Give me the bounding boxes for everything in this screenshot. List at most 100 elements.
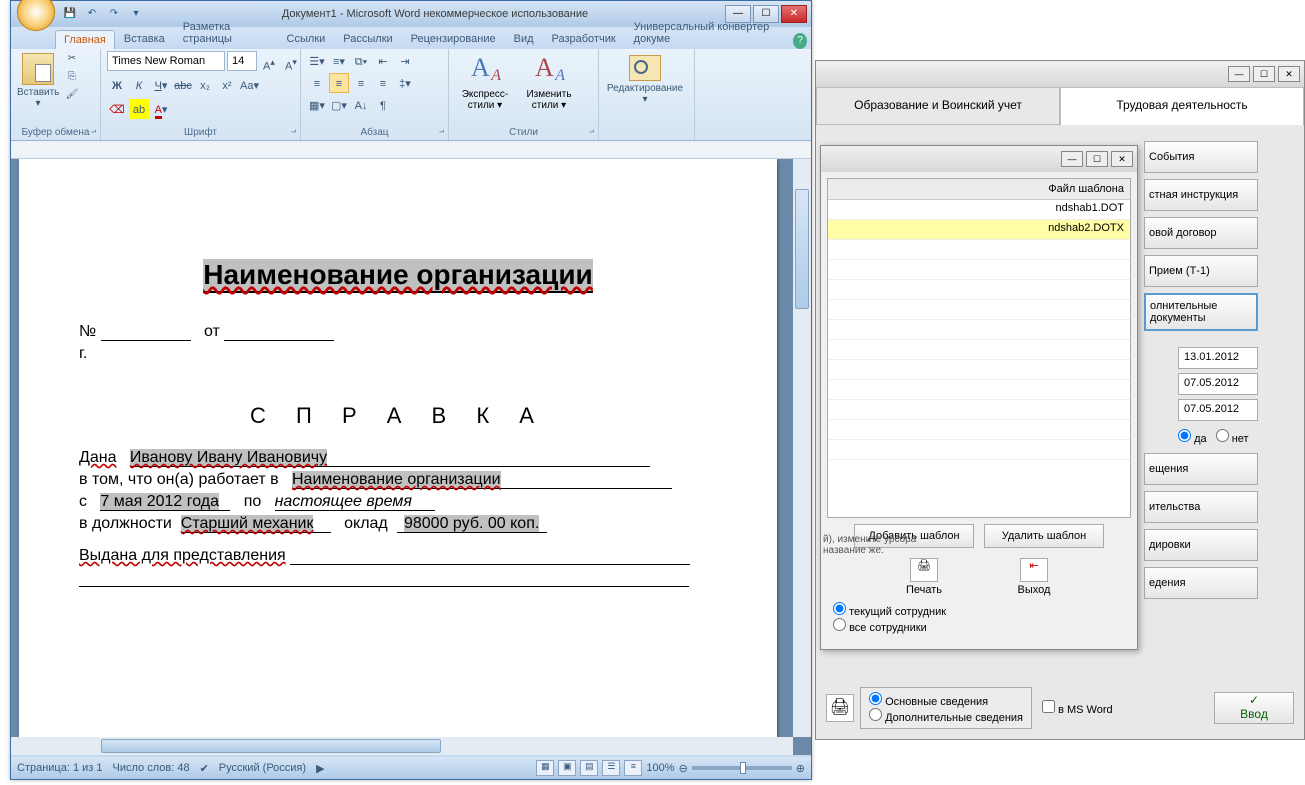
btn-contract[interactable]: овой договор [1144,217,1258,249]
qat-dropdown[interactable]: ▾ [127,5,145,23]
italic-icon[interactable]: К [129,75,149,95]
tab-layout[interactable]: Разметка страницы [174,17,278,49]
btn-instruction[interactable]: стная инструкция [1144,179,1258,211]
undo-icon[interactable]: ↶ [83,5,101,23]
justify-icon[interactable]: ≡ [373,73,393,93]
bold-icon[interactable]: Ж [107,75,127,95]
zoom-slider[interactable] [692,766,792,770]
document-viewport[interactable]: Наименование организации № от г. С П Р А… [11,159,793,737]
subscript-icon[interactable]: x₂ [195,75,215,95]
tab-work-activity[interactable]: Трудовая деятельность [1060,87,1304,125]
align-center-icon[interactable]: ≡ [329,73,349,93]
grid-row[interactable]: ndshab1.DOT [828,200,1130,220]
grid-row[interactable] [828,280,1130,300]
change-styles-button[interactable]: AA Изменить стили ▾ [519,51,579,111]
font-color-icon[interactable]: A▾ [151,99,171,119]
paste-button[interactable]: Вставить ▾ [17,51,59,109]
underline-icon[interactable]: Ч▾ [151,75,171,95]
radio-all-employees[interactable]: все сотрудники [833,622,927,634]
dialog-minimize[interactable]: — [1061,151,1083,167]
status-words[interactable]: Число слов: 48 [113,762,190,774]
dialog-maximize[interactable]: ☐ [1086,151,1108,167]
grid-row[interactable] [828,320,1130,340]
zoom-in-button[interactable]: ⊕ [796,762,805,775]
tab-references[interactable]: Ссылки [278,29,335,49]
multilevel-icon[interactable]: ⧉▾ [351,51,371,71]
printer-icon[interactable]: 🖨 [826,694,854,722]
maximize-button[interactable]: ☐ [1253,66,1275,82]
horizontal-scrollbar[interactable] [11,737,793,755]
btn-hire[interactable]: Прием (Т-1) [1144,255,1258,287]
borders-icon[interactable]: ▢▾ [329,95,349,115]
express-styles-button[interactable]: AA Экспресс-стили ▾ [455,51,515,111]
tab-developer[interactable]: Разработчик [543,29,625,49]
align-right-icon[interactable]: ≡ [351,73,371,93]
zoom-out-button[interactable]: ⊖ [679,762,688,775]
view-outline[interactable]: ☰ [602,760,620,776]
help-icon[interactable]: ? [793,33,807,49]
grid-row[interactable] [828,440,1130,460]
cut-icon[interactable]: ✂ [63,51,81,67]
document-page[interactable]: Наименование организации № от г. С П Р А… [19,159,777,737]
grid-row[interactable] [828,240,1130,260]
tab-mailings[interactable]: Рассылки [334,29,401,49]
tab-insert[interactable]: Вставка [115,29,174,49]
line-spacing-icon[interactable]: ‡▾ [395,73,415,93]
submit-button[interactable]: ✓Ввод [1214,692,1294,724]
grid-row[interactable] [828,420,1130,440]
exit-button[interactable]: ⇤ Выход [999,558,1069,596]
highlight-icon[interactable]: ab [129,99,149,119]
status-page[interactable]: Страница: 1 из 1 [17,762,103,774]
view-draft[interactable]: ≡ [624,760,642,776]
tab-education[interactable]: Образование и Воинский учет [816,87,1060,125]
strike-icon[interactable]: abc [173,75,193,95]
tab-converter[interactable]: Универсальный конвертер докуме [625,17,794,49]
tab-view[interactable]: Вид [505,29,543,49]
tab-review[interactable]: Рецензирование [402,29,505,49]
grid-row[interactable] [828,360,1130,380]
btn-events[interactable]: События [1144,141,1258,173]
vertical-scrollbar[interactable] [793,159,811,737]
print-button[interactable]: 🖨 Печать [889,558,959,596]
numbering-icon[interactable]: ≡▾ [329,51,349,71]
delete-template-button[interactable]: Удалить шаблон [984,524,1104,548]
checkbox-msword[interactable]: в MS Word [1042,700,1113,716]
radio-current-employee[interactable]: текущий сотрудник [833,606,946,618]
font-name-combo[interactable] [107,51,225,71]
indent-icon[interactable]: ⇥ [395,51,415,71]
date-field-1[interactable]: 13.01.2012 [1178,347,1258,369]
view-print-layout[interactable]: ▦ [536,760,554,776]
view-fullscreen[interactable]: ▣ [558,760,576,776]
template-grid[interactable]: Файл шаблона ndshab1.DOT ndshab2.DOTX [827,178,1131,518]
status-language[interactable]: Русский (Россия) [219,762,306,774]
radio-yes[interactable]: да [1178,433,1207,445]
btn-trips[interactable]: дировки [1144,529,1258,561]
tab-home[interactable]: Главная [55,30,115,49]
scroll-thumb[interactable] [795,189,809,309]
macro-icon[interactable]: ▶ [316,762,324,775]
format-painter-icon[interactable]: 🖌 [63,87,81,103]
btn-deputy[interactable]: ительства [1144,491,1258,523]
date-field-3[interactable]: 07.05.2012 [1178,399,1258,421]
grid-row[interactable] [828,380,1130,400]
dialog-close[interactable]: ✕ [1111,151,1133,167]
clear-format-icon[interactable]: ⌫ [107,99,127,119]
redo-icon[interactable]: ↷ [105,5,123,23]
superscript-icon[interactable]: x² [217,75,237,95]
grow-font-icon[interactable]: A▴ [259,51,279,71]
btn-info[interactable]: едения [1144,567,1258,599]
show-marks-icon[interactable]: ¶ [373,95,393,115]
radio-main-info[interactable]: Основные сведения [869,696,988,708]
grid-row-selected[interactable]: ndshab2.DOTX [828,220,1130,240]
copy-icon[interactable]: ⎘ [63,69,81,85]
radio-extra-info[interactable]: Дополнительные сведения [869,712,1023,724]
sort-icon[interactable]: A↓ [351,95,371,115]
radio-no[interactable]: нет [1216,433,1249,445]
shading-icon[interactable]: ▦▾ [307,95,327,115]
scroll-thumb[interactable] [101,739,441,753]
editing-button[interactable]: Редактирование ▾ [605,51,685,105]
align-left-icon[interactable]: ≡ [307,73,327,93]
minimize-button[interactable]: — [1228,66,1250,82]
outdent-icon[interactable]: ⇤ [373,51,393,71]
font-size-combo[interactable] [227,51,257,71]
